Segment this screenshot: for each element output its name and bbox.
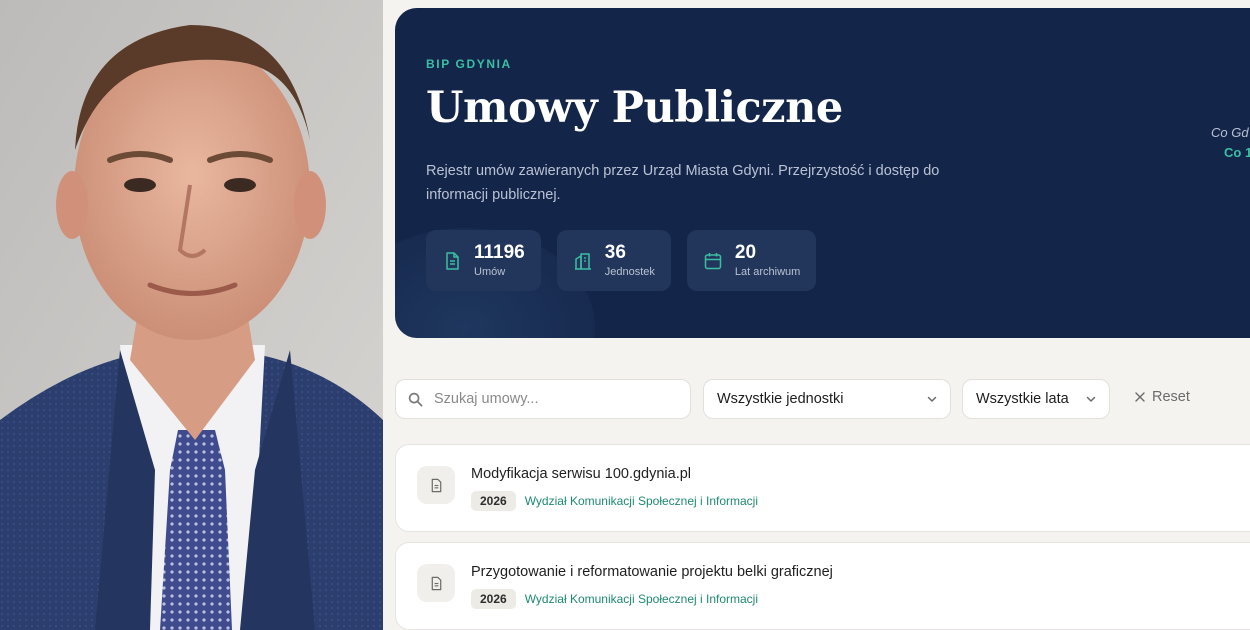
stat-contracts: 11196 Umów xyxy=(426,230,541,291)
contract-card[interactable]: Modyfikacja serwisu 100.gdynia.pl 2026 W… xyxy=(395,444,1250,532)
chevron-down-icon xyxy=(927,396,937,402)
page-title: Umowy Publiczne xyxy=(426,83,843,133)
years-select[interactable]: Wszystkie lata xyxy=(962,379,1110,419)
years-select-value: Wszystkie lata xyxy=(976,391,1069,407)
close-icon xyxy=(1135,392,1145,402)
search-input[interactable] xyxy=(432,390,666,408)
calendar-icon xyxy=(704,252,722,269)
document-icon xyxy=(431,576,441,590)
building-icon xyxy=(574,252,591,270)
stat-years: 20 Lat archiwum xyxy=(686,230,817,291)
hero-eyebrow: BIP GDYNIA xyxy=(426,57,512,71)
units-select-value: Wszystkie jednostki xyxy=(717,391,844,407)
hero-side-link[interactable]: Co 1 xyxy=(1224,145,1250,160)
app-panel: BIP GDYNIA Umowy Publiczne Rejestr umów … xyxy=(383,0,1250,630)
stat-value: 11196 xyxy=(474,241,525,263)
hero-side-text: Co Gd xyxy=(1211,125,1249,140)
contract-meta: 2026 Wydział Komunikacji Społecznej i In… xyxy=(471,491,758,511)
stat-value: 36 xyxy=(604,241,626,263)
document-icon xyxy=(431,478,441,492)
reset-button[interactable]: Reset xyxy=(1135,389,1190,405)
stat-value: 20 xyxy=(734,241,757,263)
search-box[interactable] xyxy=(395,379,691,419)
card-icon-box xyxy=(417,564,455,602)
year-badge: 2026 xyxy=(471,491,516,511)
stats-row: 11196 Umów 36 Jednostek 20 Lat archiwum xyxy=(426,230,817,291)
reset-label: Reset xyxy=(1152,389,1190,405)
units-select[interactable]: Wszystkie jednostki xyxy=(703,379,951,419)
document-icon xyxy=(446,251,459,270)
stat-label: Lat archiwum xyxy=(734,265,801,278)
search-icon xyxy=(408,392,423,406)
stat-text: 20 Lat archiwum xyxy=(734,241,801,279)
screen: BIP GDYNIA Umowy Publiczne Rejestr umów … xyxy=(0,0,1250,630)
hero-banner: BIP GDYNIA Umowy Publiczne Rejestr umów … xyxy=(395,8,1250,338)
stat-units: 36 Jednostek xyxy=(556,230,671,291)
department-link[interactable]: Wydział Komunikacji Społecznej i Informa… xyxy=(525,592,758,606)
portrait-photo xyxy=(0,0,383,630)
stat-text: 36 Jednostek xyxy=(604,241,655,279)
stat-text: 11196 Umów xyxy=(474,241,525,279)
card-icon-box xyxy=(417,466,455,504)
hero-description: Rejestr umów zawieranych przez Urząd Mia… xyxy=(426,163,940,203)
department-link[interactable]: Wydział Komunikacji Społecznej i Informa… xyxy=(525,494,758,508)
contract-card[interactable]: Przygotowanie i reformatowanie projektu … xyxy=(395,542,1250,630)
stat-label: Jednostek xyxy=(604,265,655,278)
year-badge: 2026 xyxy=(471,589,516,609)
stat-label: Umów xyxy=(474,265,506,278)
chevron-down-icon xyxy=(1086,396,1096,402)
contract-title: Modyfikacja serwisu 100.gdynia.pl xyxy=(471,466,692,482)
contract-meta: 2026 Wydział Komunikacji Społecznej i In… xyxy=(471,589,758,609)
portrait-illustration xyxy=(0,0,383,630)
contract-title: Przygotowanie i reformatowanie projektu … xyxy=(471,564,833,580)
